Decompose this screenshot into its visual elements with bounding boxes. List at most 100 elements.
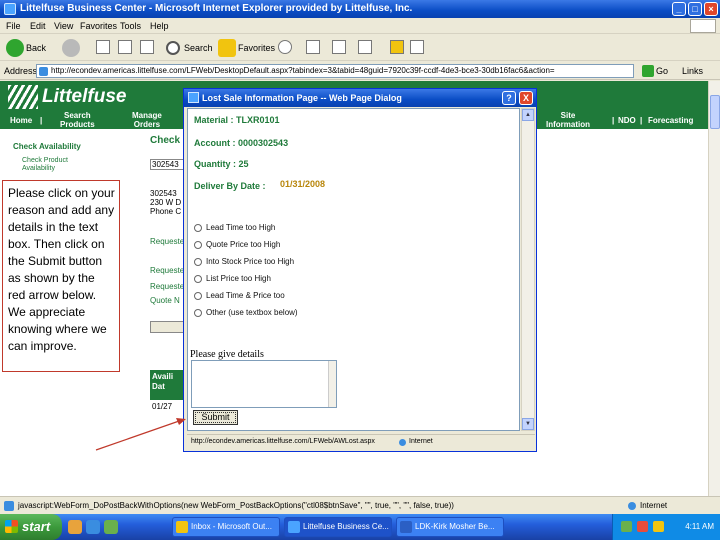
scroll-thumb[interactable] (710, 95, 720, 129)
radio-label: Other (use textbox below) (206, 308, 298, 317)
scroll-down-icon[interactable]: ▼ (522, 418, 534, 430)
folder-icon[interactable] (390, 40, 404, 54)
material-field: Material : TLXR0101 (194, 115, 280, 125)
main-heading: Check (150, 135, 181, 146)
dialog-title: Lost Sale Information Page -- Web Page D… (202, 93, 402, 103)
menu-bar: File Edit View Favorites Tools Help (0, 18, 720, 34)
nav-separator: | (40, 116, 43, 125)
menu-file[interactable]: File (6, 21, 21, 31)
account-input[interactable]: 302543 (150, 159, 184, 170)
menu-tools[interactable]: Tools (120, 21, 141, 31)
page-scrollbar[interactable] (708, 81, 720, 496)
mail-icon[interactable] (306, 40, 320, 54)
availability-header: Availi Dat (150, 370, 184, 400)
refresh-icon[interactable] (118, 40, 132, 54)
go-label: Go (656, 66, 669, 76)
research-icon[interactable] (410, 40, 424, 54)
radio-button[interactable] (194, 309, 202, 317)
radio-button[interactable] (194, 292, 202, 300)
address-line: Phone C (150, 207, 182, 216)
go-arrow-icon (642, 65, 654, 77)
material-value: TLXR0101 (236, 115, 280, 125)
minimize-button[interactable]: _ (672, 2, 686, 16)
account-value: 302543 (152, 160, 179, 169)
browser-toolbar: Back Search Favorites (0, 35, 720, 61)
menu-view[interactable]: View (54, 21, 73, 31)
menu-favorites[interactable]: Favorites (80, 21, 117, 31)
taskbar-item-outlook[interactable]: Inbox - Microsoft Out... (172, 517, 280, 537)
radio-button[interactable] (194, 241, 202, 249)
side-link-check-product[interactable]: Check Product Availability (22, 157, 68, 173)
home-icon[interactable] (140, 40, 154, 54)
status-text: javascript:WebForm_DoPostBackWithOptions… (18, 501, 454, 510)
address-input[interactable]: http://econdev.americas.littelfuse.com/L… (36, 64, 634, 78)
go-button[interactable]: Go (640, 64, 676, 78)
radio-button[interactable] (194, 224, 202, 232)
menu-edit[interactable]: Edit (30, 21, 46, 31)
links-label[interactable]: Links (682, 66, 703, 76)
taskbar-item-doc[interactable]: LDK-Kirk Mosher Be... (396, 517, 504, 537)
edit-icon[interactable] (358, 40, 372, 54)
tray-icon[interactable] (637, 521, 648, 532)
window-title-bar[interactable]: Littelfuse Business Center - Microsoft I… (0, 0, 720, 18)
account-value: 0000302543 (238, 138, 289, 148)
radio-button[interactable] (194, 258, 202, 266)
ie-icon (4, 3, 16, 15)
start-button[interactable]: start (0, 514, 62, 540)
taskbar-item-browser[interactable]: Littelfuse Business Ce... (284, 517, 392, 537)
dialog-title-bar[interactable]: Lost Sale Information Page -- Web Page D… (184, 89, 536, 107)
security-zone: Internet (628, 501, 667, 510)
side-heading: Check Availability (13, 142, 81, 151)
browser-status-bar: javascript:WebForm_DoPostBackWithOptions… (0, 496, 720, 514)
quantity-value: 25 (238, 159, 249, 169)
window-title: Littelfuse Business Center - Microsoft I… (20, 3, 413, 14)
ie-icon (288, 521, 300, 533)
radio-label: Lead Time too High (206, 223, 276, 232)
nav-site-information[interactable]: Site Information (546, 111, 590, 129)
radio-label: Into Stock Price too High (206, 257, 295, 266)
back-arrow-icon (6, 39, 24, 57)
taskbar: start Inbox - Microsoft Out... Littelfus… (0, 514, 720, 540)
radio-label: Quote Price too High (206, 240, 281, 249)
dialog-scrollbar[interactable]: ▲ ▼ (521, 108, 535, 431)
nav-search-products[interactable]: Search Products (60, 111, 95, 129)
nav-forecasting[interactable]: Forecasting (648, 116, 693, 125)
scroll-up-icon[interactable]: ▲ (522, 109, 534, 121)
material-label: Material : (194, 115, 234, 125)
nav-ndo[interactable]: NDO (618, 116, 636, 125)
quantity-label: Quantity : (194, 159, 236, 169)
quicklaunch-icon[interactable] (68, 520, 82, 534)
stop-icon[interactable] (96, 40, 110, 54)
textarea-scrollbar[interactable] (328, 361, 336, 407)
check-button[interactable] (150, 321, 184, 333)
quicklaunch-icon[interactable] (104, 520, 118, 534)
windows-flag-icon (5, 520, 18, 533)
deliver-date-value: 01/31/2008 (280, 179, 326, 189)
maximize-button[interactable]: □ (688, 2, 702, 16)
tray-icon[interactable] (653, 521, 664, 532)
print-icon[interactable] (332, 40, 346, 54)
nav-home[interactable]: Home (10, 116, 32, 125)
page-icon (39, 67, 48, 76)
dialog-status-url: http://econdev.americas.littelfuse.com/L… (191, 438, 375, 445)
menu-help[interactable]: Help (150, 21, 169, 31)
field-label: Requeste (150, 237, 185, 246)
back-label: Back (26, 43, 47, 53)
tray-icon[interactable] (621, 521, 632, 532)
nav-separator: | (612, 116, 615, 125)
submit-button[interactable]: Submit (193, 410, 238, 425)
details-textarea[interactable] (191, 360, 337, 408)
nav-manage-orders[interactable]: Manage Orders (132, 111, 162, 129)
dialog-help-button[interactable]: ? (502, 91, 516, 105)
clock[interactable]: 4:11 AM (685, 522, 714, 531)
outlook-icon (176, 521, 188, 533)
system-tray: 4:11 AM (612, 514, 720, 540)
history-icon[interactable] (278, 40, 292, 54)
search-icon (166, 41, 180, 55)
radio-button[interactable] (194, 275, 202, 283)
forward-arrow-icon (62, 39, 80, 57)
quicklaunch-icon[interactable] (86, 520, 100, 534)
close-window-button[interactable]: × (704, 2, 718, 16)
search-label: Search (184, 43, 213, 53)
dialog-close-button[interactable]: X (519, 91, 533, 105)
